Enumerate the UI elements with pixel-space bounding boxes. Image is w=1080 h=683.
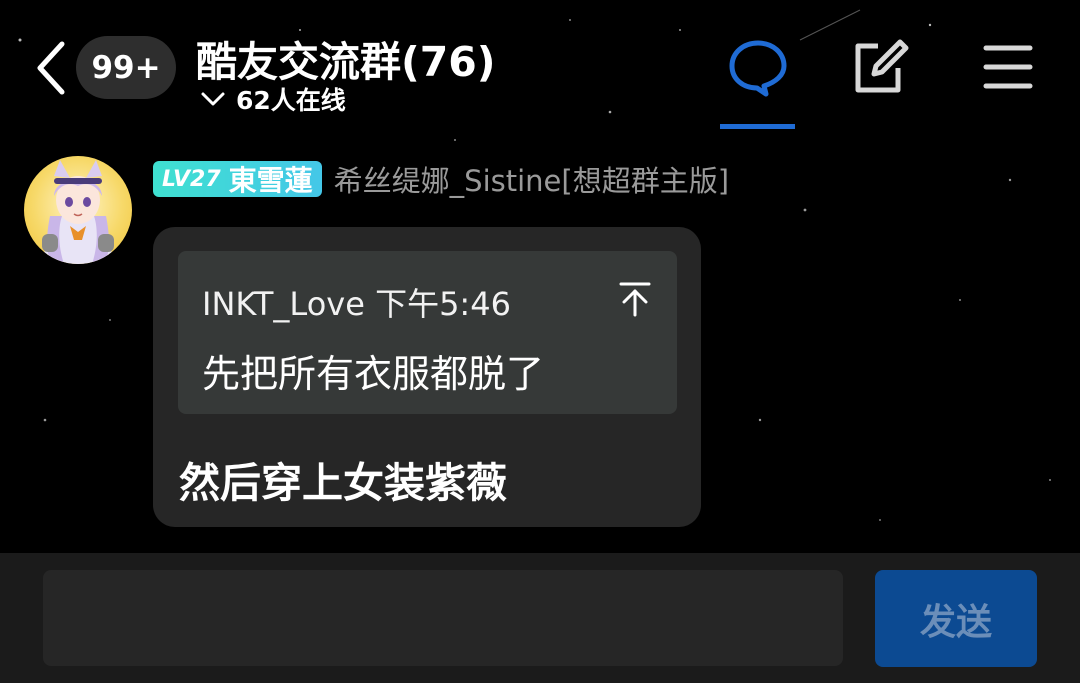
message-input[interactable]	[43, 570, 843, 666]
quote-text: 先把所有衣服都脱了	[202, 352, 545, 396]
arrow-to-top-icon[interactable]	[619, 281, 651, 317]
sender-row: LV27 東雪蓮 希丝缇娜_Sistine[想超群主版]	[153, 160, 729, 198]
online-count: 62人在线	[236, 86, 346, 115]
level-label: LV27	[162, 166, 221, 192]
online-status[interactable]: 62人在线	[200, 82, 346, 116]
group-title[interactable]: 酷友交流群(76)	[196, 28, 496, 88]
chevron-down-icon	[201, 92, 225, 106]
chat-bubble-icon[interactable]	[728, 38, 788, 98]
edit-icon[interactable]	[850, 38, 910, 98]
sender-name[interactable]: 希丝缇娜_Sistine[想超群主版]	[334, 158, 729, 200]
composer-bar: 发送	[0, 553, 1080, 683]
level-badge: LV27 東雪蓮	[153, 161, 322, 197]
avatar-illustration	[42, 160, 114, 264]
avatar[interactable]	[24, 156, 132, 264]
menu-icon[interactable]	[982, 42, 1034, 92]
active-tab-indicator	[720, 124, 795, 129]
quoted-message[interactable]: INKT_Love 下午5:46 先把所有衣服都脱了	[178, 251, 677, 414]
message-text: 然后穿上女装紫薇	[179, 459, 507, 507]
unread-badge[interactable]: 99+	[76, 36, 176, 99]
back-icon[interactable]	[30, 38, 70, 98]
quote-author-time: INKT_Love 下午5:46	[202, 285, 511, 323]
chat-header: 99+ 酷友交流群(76) 62人在线	[0, 0, 1080, 134]
rank-name: 東雪蓮	[228, 164, 313, 197]
send-button[interactable]: 发送	[875, 570, 1037, 667]
message-bubble[interactable]: INKT_Love 下午5:46 先把所有衣服都脱了 然后穿上女装紫薇	[153, 227, 701, 527]
